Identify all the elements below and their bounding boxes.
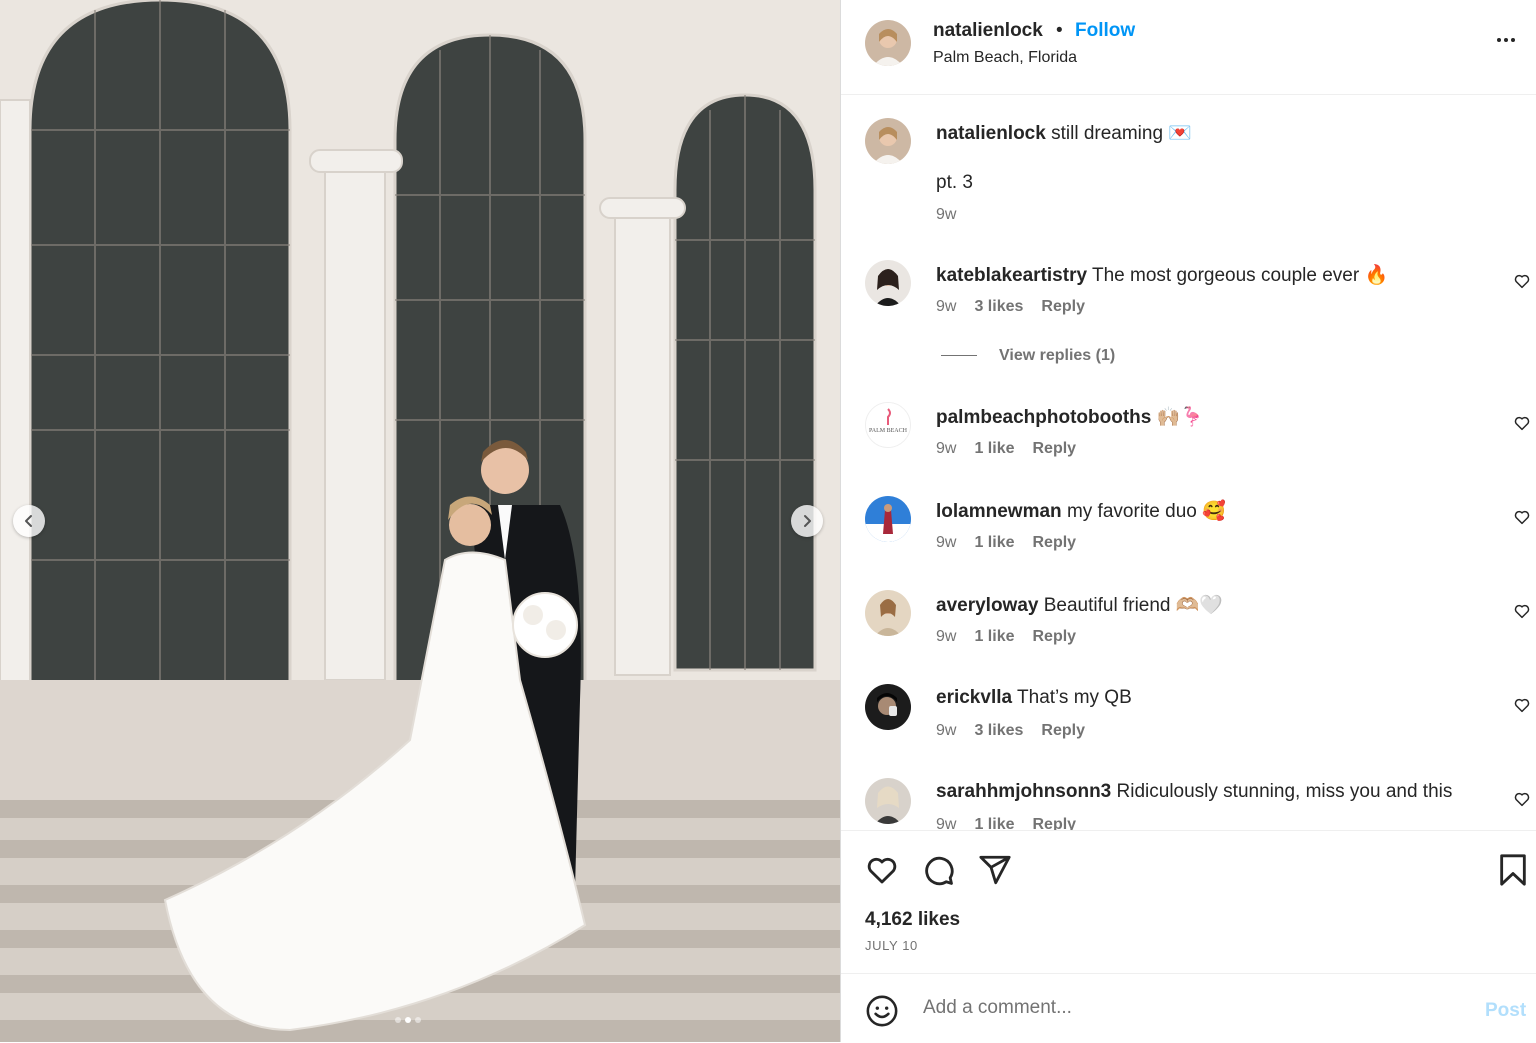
- commenter-username[interactable]: sarahhmjohnsonn3: [936, 781, 1111, 802]
- comment-text: my favorite duo 🥰: [1066, 501, 1226, 522]
- heart-icon[interactable]: [1513, 414, 1531, 432]
- reply-button[interactable]: Reply: [1032, 440, 1076, 458]
- commenter-avatar[interactable]: [865, 590, 911, 636]
- comment-age[interactable]: 9w: [936, 440, 956, 458]
- heart-icon[interactable]: [1513, 508, 1531, 526]
- comment-age[interactable]: 9w: [936, 534, 956, 552]
- heart-icon[interactable]: [865, 853, 899, 887]
- caption-username[interactable]: natalienlock: [936, 123, 1046, 144]
- svg-text:PALM BEACH: PALM BEACH: [869, 428, 908, 434]
- comment-icon[interactable]: [921, 853, 955, 887]
- likes-count[interactable]: 4,162 likes: [865, 909, 960, 931]
- comment-text: Ridiculously stunning, miss you and this: [1116, 781, 1453, 802]
- comment-likes[interactable]: 1 like: [974, 816, 1014, 830]
- emoji-icon[interactable]: [865, 994, 899, 1028]
- carousel-dot: [415, 1017, 421, 1023]
- caption-text-line2: pt. 3: [936, 172, 973, 193]
- wedding-photo-illustration: [0, 0, 840, 1042]
- commenter-avatar[interactable]: [865, 684, 911, 730]
- chevron-right-icon: [804, 515, 811, 527]
- more-options-button[interactable]: [1497, 38, 1515, 42]
- commenter-username[interactable]: palmbeachphotobooths: [936, 407, 1151, 428]
- replies-divider: [941, 355, 977, 357]
- comment-likes[interactable]: 1 like: [974, 534, 1014, 552]
- reply-button[interactable]: Reply: [1041, 722, 1085, 740]
- post-comment-button[interactable]: Post: [1485, 1000, 1526, 1022]
- reply-button[interactable]: Reply: [1032, 628, 1076, 646]
- caption-text: still dreaming 💌: [1051, 123, 1192, 144]
- chevron-left-icon: [25, 515, 32, 527]
- commenter-username[interactable]: lolamnewman: [936, 501, 1062, 522]
- carousel-dot-active: [405, 1017, 411, 1023]
- reply-button[interactable]: Reply: [1032, 534, 1076, 552]
- bookmark-icon[interactable]: [1498, 853, 1528, 887]
- separator-dot: •: [1056, 20, 1063, 41]
- heart-icon[interactable]: [1513, 272, 1531, 290]
- post-header: natalienlock • Follow Palm Beach, Florid…: [841, 0, 1536, 95]
- share-icon[interactable]: [978, 853, 1012, 887]
- heart-icon[interactable]: [1513, 790, 1531, 808]
- comment-age[interactable]: 9w: [936, 628, 956, 646]
- carousel-dot: [395, 1017, 401, 1023]
- comment-text: 🙌🏼🦩: [1156, 407, 1204, 428]
- comment-likes[interactable]: 3 likes: [974, 722, 1023, 740]
- post-photo: [0, 0, 840, 1042]
- commenter-username[interactable]: averyloway: [936, 595, 1038, 616]
- author-avatar[interactable]: [865, 118, 911, 164]
- post-date[interactable]: JULY 10: [865, 938, 918, 953]
- commenter-avatar[interactable]: [865, 778, 911, 824]
- carousel-indicator: [395, 1017, 421, 1023]
- comment-likes[interactable]: 1 like: [974, 440, 1014, 458]
- commenter-avatar[interactable]: PALM BEACH: [865, 402, 911, 448]
- commenter-username[interactable]: erickvlla: [936, 687, 1012, 708]
- reply-button[interactable]: Reply: [1041, 298, 1085, 316]
- comment-likes[interactable]: 3 likes: [974, 298, 1023, 316]
- commenter-avatar[interactable]: [865, 496, 911, 542]
- more-icon: [1497, 38, 1501, 42]
- post-actions: 4,162 likes JULY 10: [841, 830, 1536, 974]
- comment-text: That’s my QB: [1017, 687, 1132, 708]
- reply-button[interactable]: Reply: [1032, 816, 1076, 830]
- comment-text: Beautiful friend 🫶🏼🤍: [1043, 595, 1224, 616]
- heart-icon[interactable]: [1513, 696, 1531, 714]
- post-details-panel: natalienlock • Follow Palm Beach, Florid…: [840, 0, 1536, 1042]
- follow-button[interactable]: Follow: [1075, 20, 1135, 42]
- add-comment-bar: Post: [841, 973, 1536, 1043]
- comment-input[interactable]: [921, 996, 1465, 1020]
- caption-age[interactable]: 9w: [936, 206, 956, 224]
- post-location[interactable]: Palm Beach, Florida: [933, 49, 1077, 67]
- comment-age[interactable]: 9w: [936, 816, 956, 830]
- commenter-avatar[interactable]: [865, 260, 911, 306]
- view-replies-button[interactable]: View replies (1): [941, 347, 1115, 365]
- author-username[interactable]: natalienlock: [933, 20, 1043, 42]
- comment-age[interactable]: 9w: [936, 298, 956, 316]
- comments-list[interactable]: natalienlock still dreaming 💌 pt. 3 9w k…: [841, 95, 1536, 830]
- comment-text: The most gorgeous couple ever 🔥: [1091, 265, 1389, 286]
- comment-age[interactable]: 9w: [936, 722, 956, 740]
- heart-icon[interactable]: [1513, 602, 1531, 620]
- previous-photo-button[interactable]: [13, 505, 45, 537]
- comment-likes[interactable]: 1 like: [974, 628, 1014, 646]
- next-photo-button[interactable]: [791, 505, 823, 537]
- commenter-username[interactable]: kateblakeartistry: [936, 265, 1087, 286]
- author-avatar[interactable]: [865, 20, 911, 66]
